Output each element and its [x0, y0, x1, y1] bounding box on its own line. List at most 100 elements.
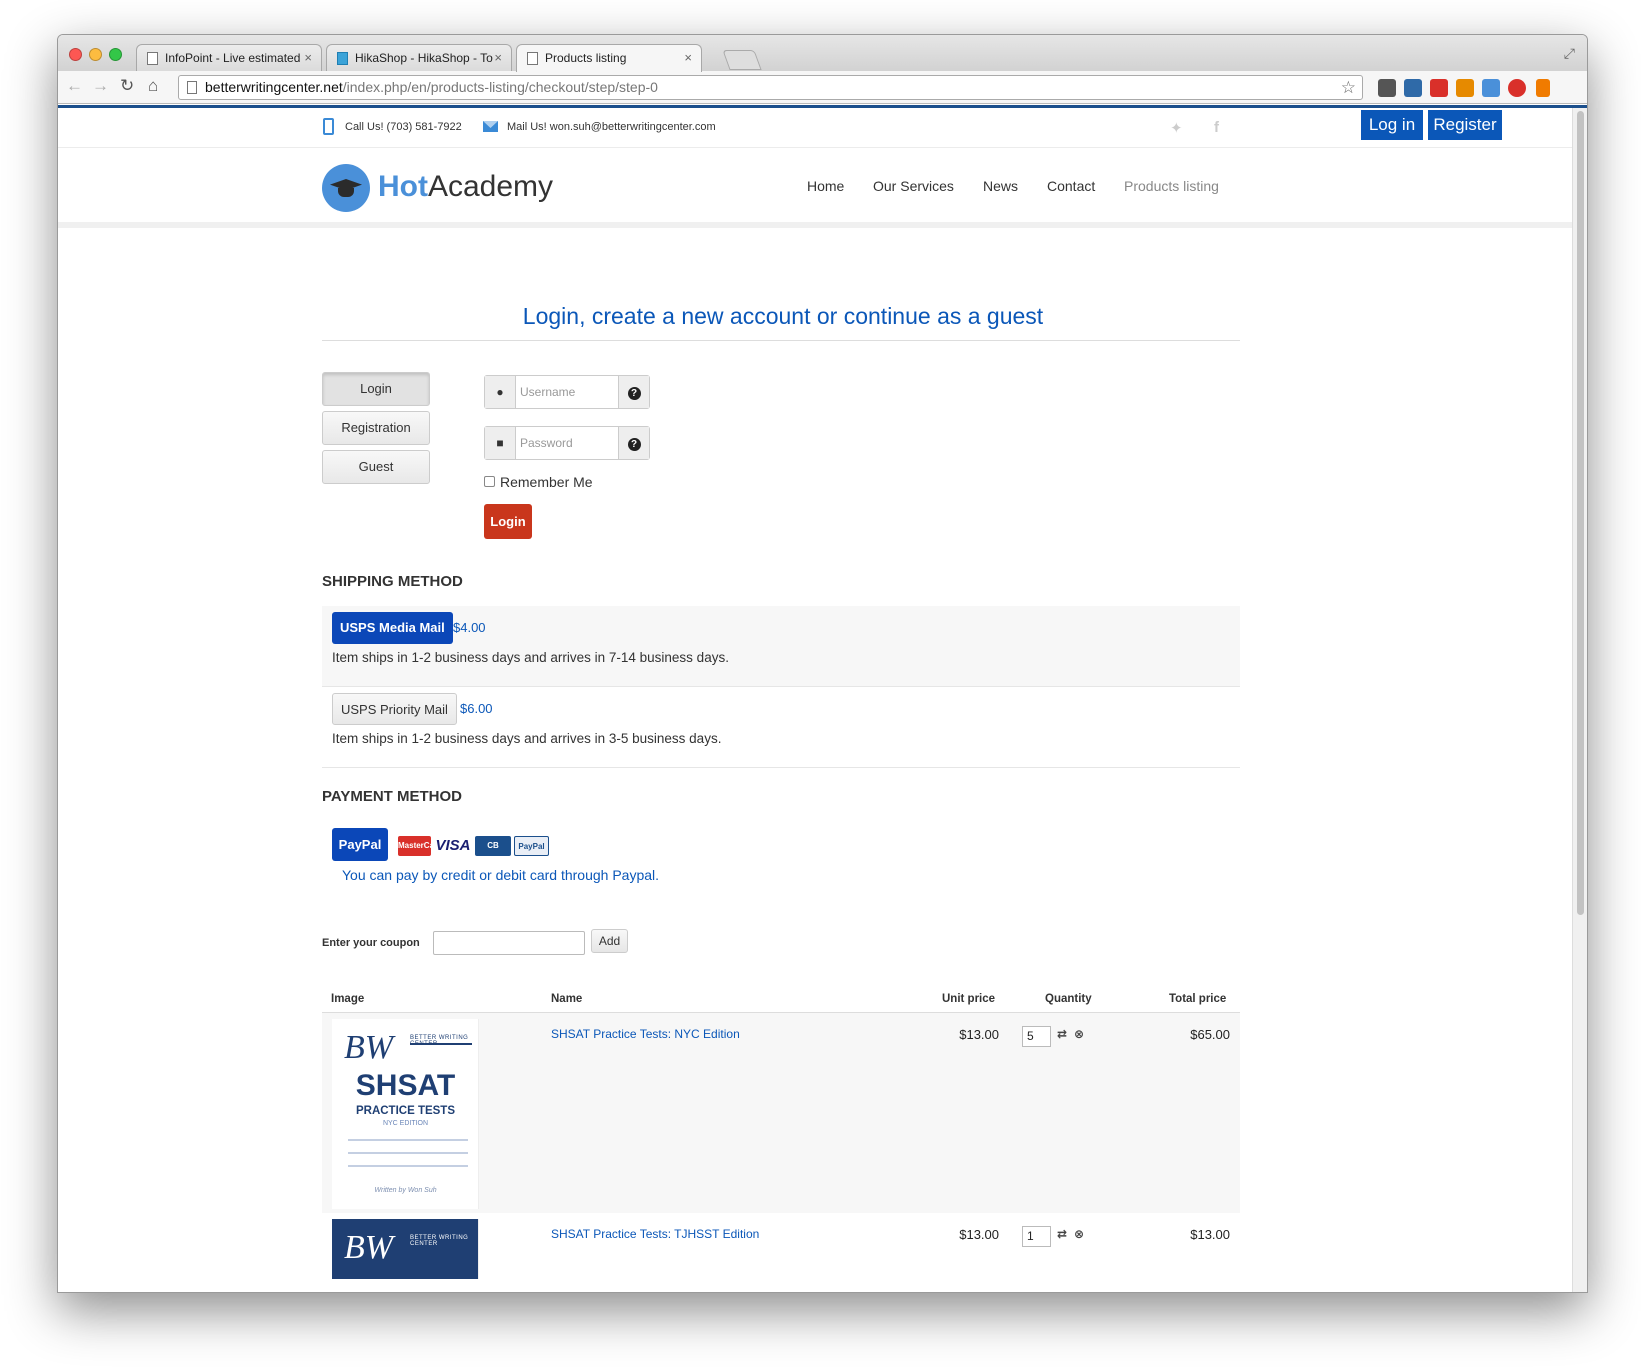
shipping-price: $6.00 [460, 701, 493, 716]
book-edition: NYC EDITION [382, 1120, 429, 1127]
reload-icon[interactable]: ↻ [120, 76, 134, 96]
contact-topbar: Call Us! (703) 581-7922 Mail Us! won.suh… [58, 108, 1572, 148]
cart-header-total-price: Total price [1169, 993, 1227, 1005]
url-host: betterwritingcenter.net [205, 79, 343, 95]
site-logo[interactable]: HotAcademy [378, 170, 553, 204]
graduation-cap-icon[interactable] [322, 164, 370, 212]
usps-priority-mail-button[interactable]: USPS Priority Mail [332, 693, 457, 725]
book-brand: BETTER WRITING CENTER [410, 1235, 469, 1247]
page-icon [147, 52, 158, 65]
refresh-icon[interactable]: ⇄ [1057, 1227, 1067, 1241]
table-row: BW BETTER WRITING CENTER SHSAT PRACTICE … [322, 1013, 1240, 1213]
remember-me-checkbox[interactable] [484, 476, 495, 487]
back-icon[interactable]: ← [66, 76, 83, 96]
extension-camera-icon[interactable] [1404, 79, 1422, 97]
refresh-icon[interactable]: ⇄ [1057, 1027, 1067, 1041]
forward-icon[interactable]: → [92, 76, 109, 96]
twitter-icon[interactable]: ✦ [1170, 119, 1183, 137]
lock-icon: ■ [485, 427, 516, 459]
tab-close-icon[interactable]: × [304, 45, 312, 71]
shipping-description: Item ships in 1-2 business days and arri… [332, 731, 722, 746]
tab-close-icon[interactable]: × [494, 45, 502, 71]
guest-tab-button[interactable]: Guest [322, 450, 430, 484]
quantity-input[interactable]: 5 [1022, 1026, 1051, 1047]
bw-logo: BW [344, 1029, 394, 1066]
minimize-window-button[interactable] [89, 48, 102, 61]
book-brand: BETTER WRITING CENTER [410, 1035, 469, 1047]
book-author: Written by Won Suh [374, 1187, 437, 1194]
facebook-icon[interactable]: f [1214, 119, 1219, 136]
extension-window-icon[interactable] [1482, 79, 1500, 97]
close-window-button[interactable] [69, 48, 82, 61]
mail-us-text[interactable]: Mail Us! won.suh@betterwritingcenter.com [507, 121, 716, 133]
unit-price: $13.00 [959, 1227, 999, 1242]
mastercard-icon: MasterCard [398, 836, 442, 856]
registration-tab-button[interactable]: Registration [322, 411, 430, 445]
quantity-input[interactable]: 1 [1022, 1226, 1051, 1247]
coupon-label: Enter your coupon [322, 937, 420, 949]
tab-hikashop[interactable]: HikaShop - HikaShop - To × [326, 44, 512, 72]
page-icon [187, 81, 197, 94]
login-tab-button[interactable]: Login [322, 372, 430, 406]
extension-eyedropper-icon[interactable] [1378, 79, 1396, 97]
site-header: HotAcademy Home Our Services News Contac… [58, 148, 1572, 228]
extension-badge-icon[interactable] [1508, 79, 1526, 97]
login-submit-button[interactable]: Login [484, 504, 532, 539]
scrollbar-thumb[interactable] [1577, 111, 1584, 915]
tab-close-icon[interactable]: × [684, 45, 692, 71]
cart-header-unit-price: Unit price [942, 993, 996, 1005]
nav-news[interactable]: News [983, 178, 1018, 194]
tab-infopoint[interactable]: InfoPoint - Live estimated × [136, 44, 322, 72]
password-input[interactable] [520, 433, 616, 453]
remove-icon[interactable]: ⊗ [1074, 1227, 1084, 1241]
shipping-method-title: SHIPPING METHOD [322, 573, 463, 590]
paypal-button[interactable]: PayPal [332, 828, 388, 861]
visa-icon: VISA [435, 836, 471, 856]
help-icon[interactable]: ? [618, 376, 649, 408]
nav-products-listing[interactable]: Products listing [1124, 178, 1219, 194]
remove-icon[interactable]: ⊗ [1074, 1027, 1084, 1041]
fullscreen-icon[interactable]: ⤢ [1564, 45, 1575, 62]
add-coupon-button[interactable]: Add [591, 929, 628, 953]
book-title: SHSAT [355, 1069, 456, 1102]
login-top-button[interactable]: Log in [1361, 110, 1423, 140]
shipping-price: $4.00 [453, 620, 486, 635]
checkout-heading: Login, create a new account or continue … [322, 303, 1240, 341]
shipping-description: Item ships in 1-2 business days and arri… [332, 650, 729, 665]
gmail-icon[interactable] [1430, 79, 1448, 97]
address-bar[interactable]: betterwritingcenter.net/index.php/en/pro… [178, 75, 1363, 100]
nav-our-services[interactable]: Our Services [873, 178, 954, 194]
tab-products-listing[interactable]: Products listing × [516, 44, 702, 72]
total-price: $65.00 [1190, 1027, 1230, 1042]
zoom-window-button[interactable] [109, 48, 122, 61]
help-icon[interactable]: ? [618, 427, 649, 459]
tab-title: HikaShop - HikaShop - To [355, 51, 493, 65]
product-image[interactable]: BW BETTER WRITING CENTER SHSAT PRACTICE … [332, 1019, 479, 1209]
browser-toolbar: ← → ↻ ⌂ betterwritingcenter.net/index.ph… [58, 71, 1587, 104]
username-input[interactable] [520, 382, 616, 402]
menu-icon[interactable] [1536, 79, 1550, 97]
user-icon: ● [485, 376, 516, 408]
remember-me-label[interactable]: Remember Me [500, 474, 593, 490]
register-top-button[interactable]: Register [1428, 110, 1502, 140]
product-image[interactable]: BW BETTER WRITING CENTER [332, 1219, 479, 1279]
coupon-input[interactable] [433, 931, 585, 955]
bw-logo: BW [344, 1229, 394, 1266]
product-name-link[interactable]: SHSAT Practice Tests: NYC Edition [551, 1027, 740, 1041]
product-name-link[interactable]: SHSAT Practice Tests: TJHSST Edition [551, 1227, 759, 1241]
tab-title: Products listing [545, 51, 627, 65]
url-path: /index.php/en/products-listing/checkout/… [342, 79, 658, 95]
nav-home[interactable]: Home [807, 178, 844, 194]
phone-icon [323, 118, 334, 135]
cart-header-name: Name [551, 993, 583, 1005]
cart-header-quantity: Quantity [1045, 993, 1092, 1005]
tab-strip: InfoPoint - Live estimated × HikaShop - … [58, 35, 1587, 72]
new-tab-button[interactable] [722, 50, 762, 70]
nav-contact[interactable]: Contact [1047, 178, 1095, 194]
usps-media-mail-button[interactable]: USPS Media Mail [332, 612, 453, 644]
payment-method-title: PAYMENT METHOD [322, 788, 463, 805]
page-scrollbar[interactable] [1572, 108, 1587, 1292]
home-icon[interactable]: ⌂ [148, 76, 158, 96]
bookmark-star-icon[interactable]: ☆ [1341, 76, 1356, 99]
extension-new-icon[interactable] [1456, 79, 1474, 97]
